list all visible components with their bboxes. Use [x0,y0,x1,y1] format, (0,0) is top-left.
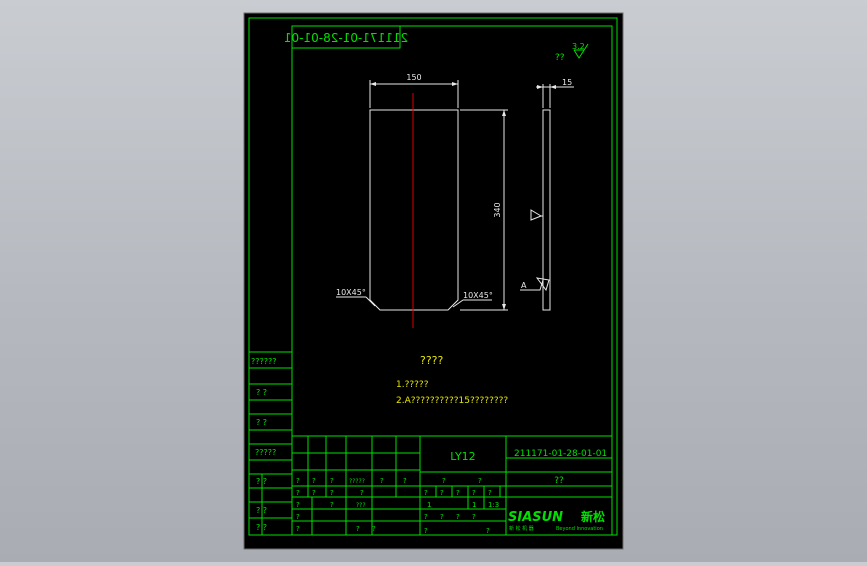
svg-text:1: 1 [472,501,476,509]
svg-text:?: ? [296,525,300,533]
brand-sub-en: Beyond Innovation [556,526,603,532]
svg-text:?: ? [296,489,300,497]
svg-text:?: ? [296,477,300,485]
svg-text:???: ??? [356,502,366,509]
svg-text:?: ? [380,477,384,485]
side-row-7: ? ? [256,523,267,532]
paper-background [243,12,624,550]
svg-text:?: ? [403,477,407,485]
roughness-value: 3.2 [572,42,585,51]
tech-title: ???? [420,354,444,367]
height-dimension: 340 [493,202,502,217]
chamfer-right: 10X45° [463,291,493,300]
chamfer-left: 10X45° [336,288,366,297]
svg-text:?: ? [442,477,446,485]
svg-text:?: ? [456,489,460,497]
svg-text:?: ? [330,477,334,485]
drawing-sheet: 211171-01-28-01-01 ?? 3.2 150 340 10X45°… [243,12,624,550]
svg-text:?: ? [478,477,482,485]
svg-text:?: ? [472,489,476,497]
width-dimension: 150 [406,73,421,82]
svg-text:?: ? [330,489,334,497]
side-row-1: ?????? [251,357,276,366]
svg-text:?: ? [356,525,360,533]
tech-line-2: 2.A??????????15???????? [396,396,508,406]
surface-note: ?? [555,53,565,63]
side-row-3: ? ? [256,418,267,427]
material-label: LY12 [450,450,475,463]
siasun-logo: SIASUN 新松 新 松 机 器 Beyond Innovation [508,509,605,532]
tech-line-1: 1.????? [396,380,429,390]
svg-text:?????: ????? [349,478,365,485]
brand-cn: 新松 [581,509,605,524]
svg-text:?: ? [330,501,334,509]
svg-text:1:3: 1:3 [488,501,499,509]
thickness-dimension: 15 [562,78,572,87]
svg-text:?: ? [424,489,428,497]
mirrored-code-text: 211171-01-28-01-01 [284,31,408,45]
side-row-6: ? ? [256,506,267,515]
side-row-4: ????? [255,448,276,457]
cad-viewport[interactable]: 211171-01-28-01-01 ?? 3.2 150 340 10X45°… [0,0,867,562]
svg-text:?: ? [472,513,476,521]
svg-text:?: ? [424,513,428,521]
svg-text:?: ? [312,489,316,497]
part-name: ?? [554,476,564,486]
svg-text:?: ? [360,489,364,497]
svg-text:?: ? [456,513,460,521]
svg-text:?: ? [486,527,490,535]
svg-text:?: ? [296,513,300,521]
drawing-number: 211171-01-28-01-01 [514,449,607,459]
svg-text:?: ? [440,489,444,497]
brand-name: SIASUN [508,510,563,525]
svg-text:?: ? [424,527,428,535]
brand-sub-cn: 新 松 机 器 [509,525,534,532]
svg-text:1: 1 [427,501,431,509]
datum-label: A [521,281,527,290]
svg-text:?: ? [312,477,316,485]
svg-text:?: ? [296,501,300,509]
svg-text:?: ? [488,489,492,497]
svg-text:?: ? [440,513,444,521]
svg-text:?: ? [372,525,376,533]
side-row-2: ? ? [256,388,267,397]
side-row-5: ? ? [256,477,267,486]
